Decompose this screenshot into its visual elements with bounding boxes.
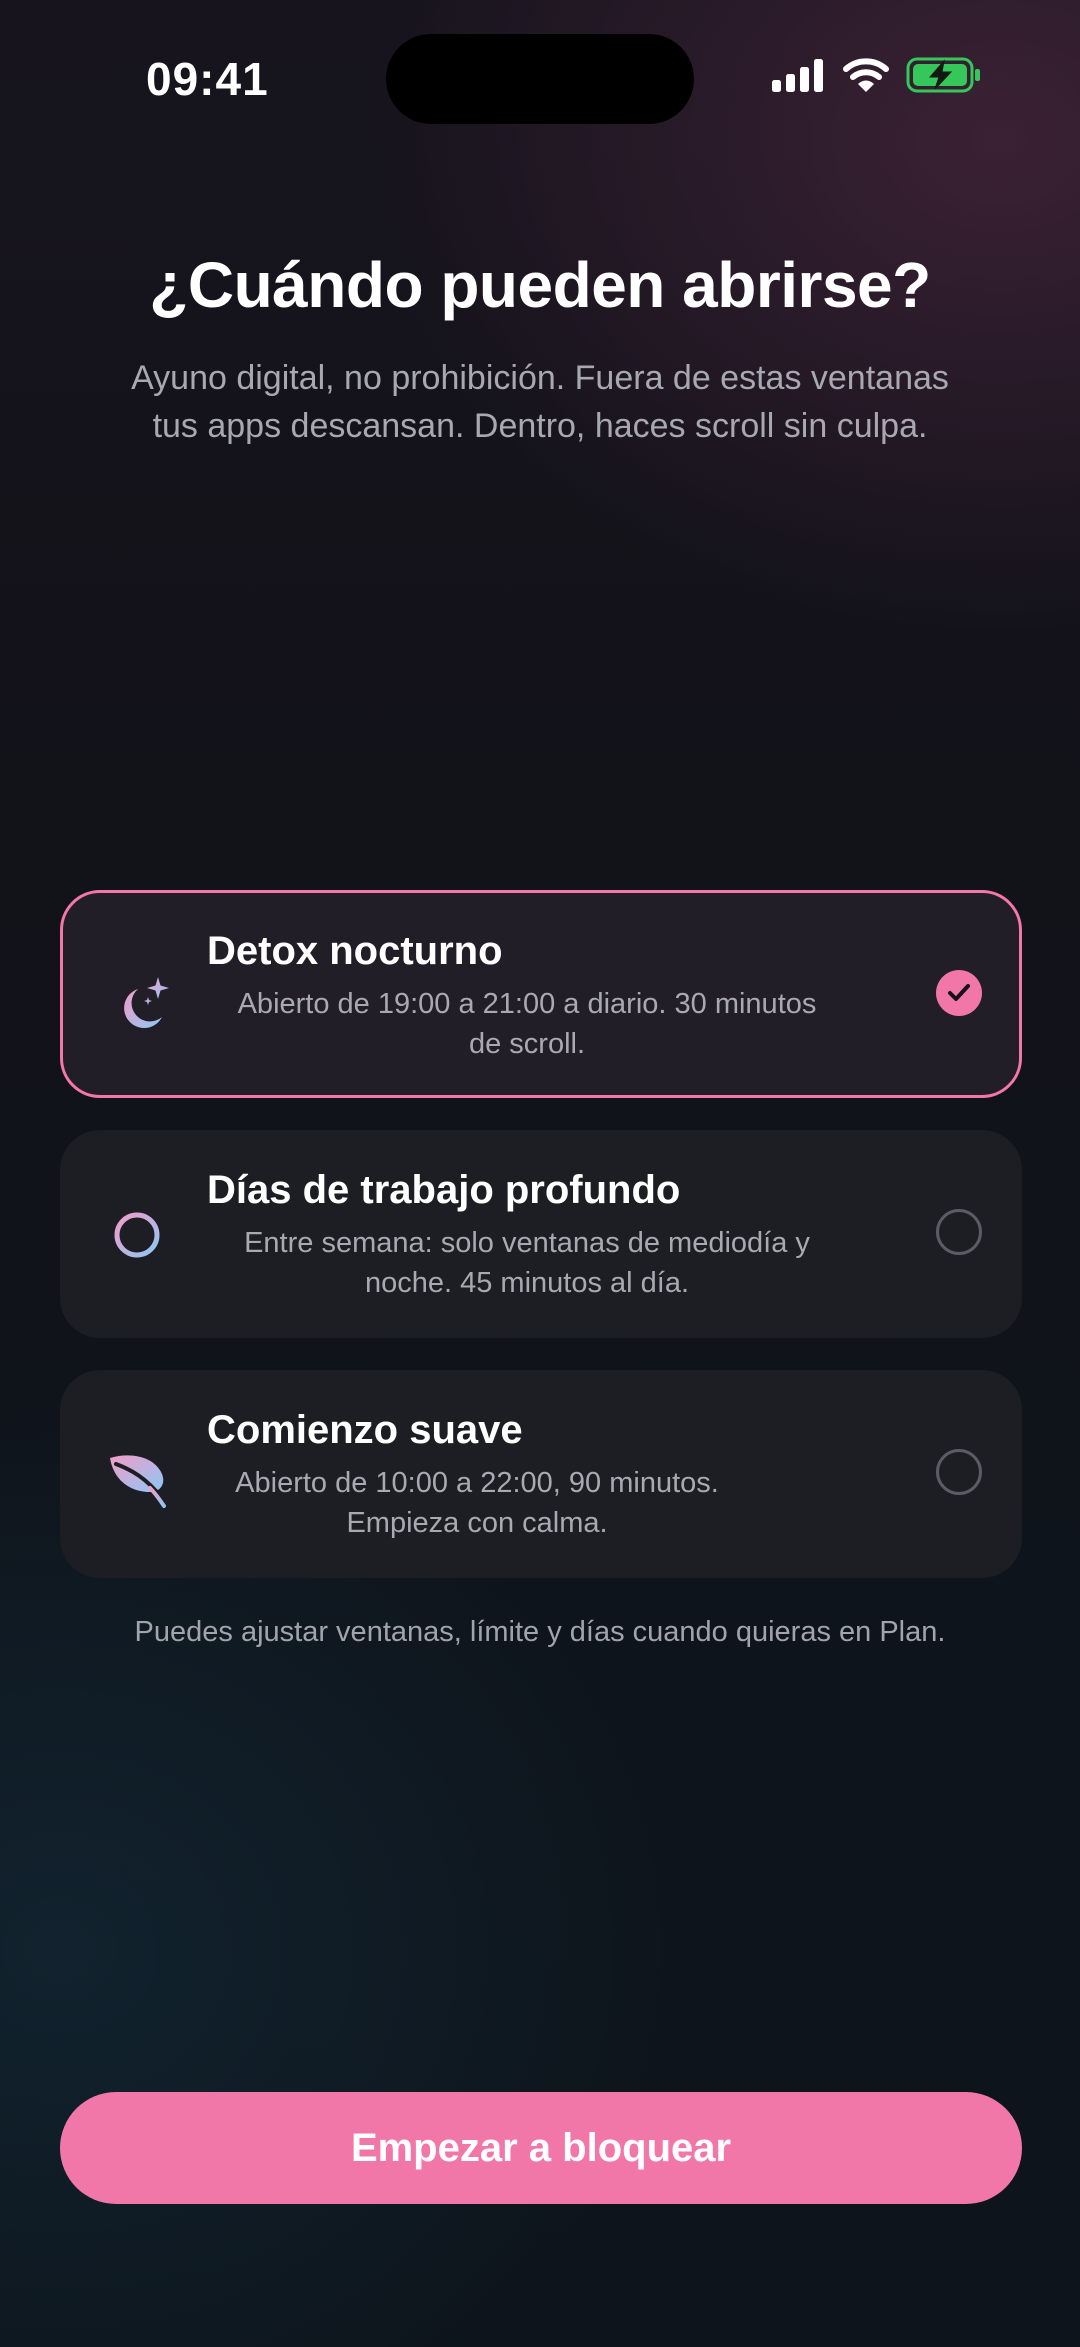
radio-unchecked-icon[interactable]	[936, 1209, 982, 1255]
cellular-signal-icon	[772, 59, 823, 92]
option-desc-line: Empieza con calma.	[346, 1507, 608, 1539]
option-desc-line: de scroll.	[468, 1028, 586, 1060]
status-time: 09:41	[146, 53, 269, 105]
option-title: Comienzo suave	[207, 1408, 523, 1452]
leaf-icon	[110, 1455, 166, 1508]
status-icons	[770, 56, 982, 94]
option-desc-line: Abierto de 10:00 a 22:00, 90 minutos.	[235, 1467, 719, 1499]
option-card-dias-trabajo-profundo[interactable]: Días de trabajo profundo Entre semana: s…	[60, 1130, 1022, 1338]
wifi-icon	[843, 58, 889, 92]
footnote: Puedes ajustar ventanas, límite y días c…	[134, 1616, 946, 1648]
crosshair-icon	[104, 1202, 170, 1268]
moon-stars-icon	[124, 977, 169, 1029]
option-text: Detox nocturno Abierto de 19:00 a 21:00 …	[207, 929, 847, 1064]
option-desc-line: Entre semana: solo ventanas de mediodía …	[244, 1227, 810, 1259]
page-subtitle: Ayuno digital, no prohibición. Fuera de …	[80, 354, 1000, 450]
radio-unchecked-icon[interactable]	[936, 1449, 982, 1495]
option-text: Días de trabajo profundo Entre semana: s…	[207, 1168, 847, 1303]
option-card-comienzo-suave[interactable]: Comienzo suave Abierto de 10:00 a 22:00,…	[60, 1370, 1022, 1578]
option-description: Entre semana: solo ventanas de mediodía …	[207, 1223, 847, 1303]
option-title: Detox nocturno	[207, 929, 503, 973]
checkmark-icon	[948, 984, 970, 1001]
battery-charging-icon	[906, 57, 980, 93]
dynamic-island	[386, 34, 694, 124]
option-desc-line: noche. 45 minutos al día.	[364, 1267, 690, 1299]
option-text: Comienzo suave Abierto de 10:00 a 22:00,…	[207, 1408, 747, 1543]
option-title: Días de trabajo profundo	[207, 1168, 681, 1212]
subtitle-line: Ayuno digital, no prohibición. Fuera de …	[131, 359, 949, 397]
option-description: Abierto de 10:00 a 22:00, 90 minutos. Em…	[207, 1463, 747, 1543]
subtitle-line: tus apps descansan. Dentro, haces scroll…	[152, 407, 928, 445]
option-desc-line: Abierto de 19:00 a 21:00 a diario. 30 mi…	[237, 988, 817, 1020]
radio-checked-icon[interactable]	[936, 970, 982, 1016]
option-card-detox-nocturno[interactable]: Detox nocturno Abierto de 19:00 a 21:00 …	[60, 890, 1022, 1098]
option-description: Abierto de 19:00 a 21:00 a diario. 30 mi…	[207, 984, 847, 1064]
start-blocking-button[interactable]: Empezar a bloquear	[60, 2092, 1022, 2204]
page-title: ¿Cuándo pueden abrirse?	[149, 249, 931, 321]
